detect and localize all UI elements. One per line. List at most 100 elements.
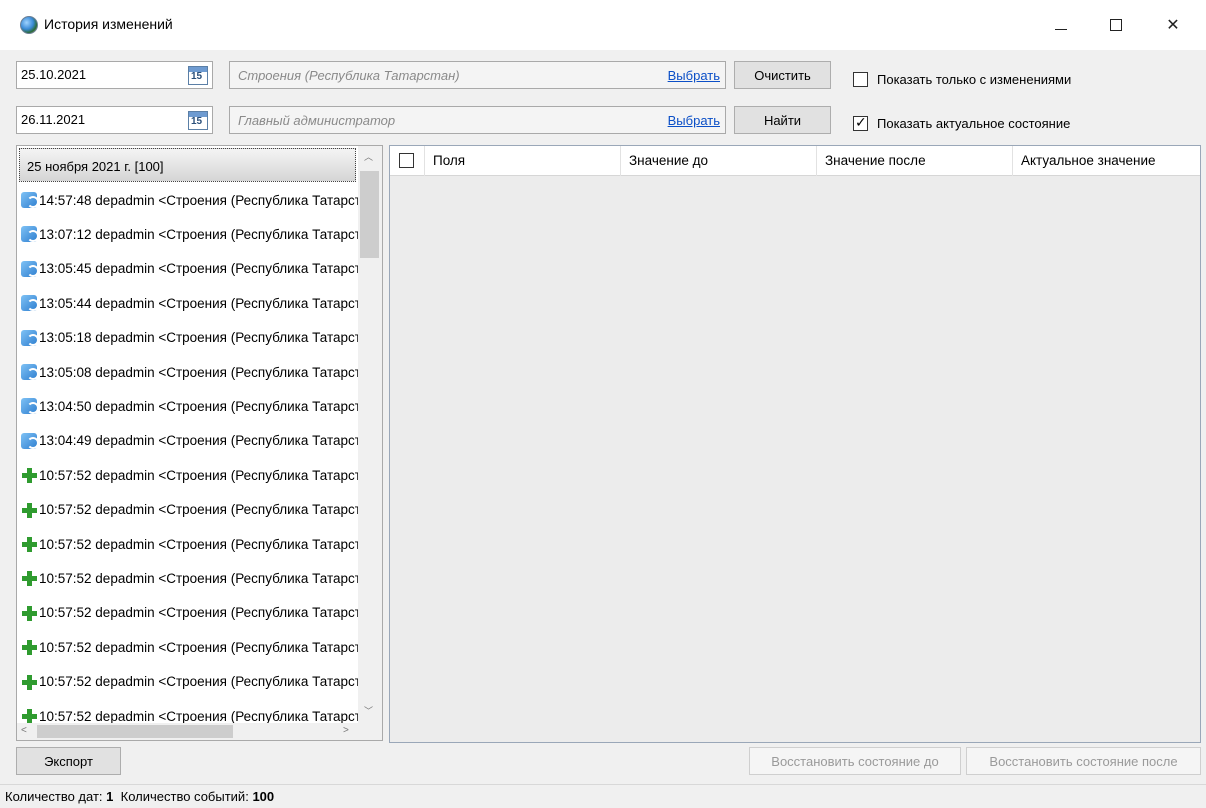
- status-text: Количество дат: 1 Количество событий: 10…: [5, 789, 274, 804]
- window-title: История изменений: [44, 16, 173, 32]
- user-field[interactable]: Главный администратор Выбрать: [229, 106, 726, 134]
- edit-icon: [21, 295, 39, 312]
- add-icon: [21, 467, 37, 484]
- event-item-text: 10:57:52 depadmin <Строения (Республика …: [39, 502, 359, 518]
- minimize-button[interactable]: [1038, 0, 1084, 50]
- events-list[interactable]: 25 ноября 2021 г. [100] 14:57:48 depadmi…: [16, 145, 383, 741]
- event-item-text: 10:57:52 depadmin <Строения (Республика …: [39, 605, 359, 621]
- scroll-up-icon[interactable]: ︿: [364, 150, 373, 163]
- edit-icon: [21, 226, 39, 243]
- event-list-item[interactable]: 10:57:52 depadmin <Строения (Республика …: [21, 666, 359, 698]
- status-bar: Количество дат: 1 Количество событий: 10…: [0, 784, 1206, 808]
- event-item-text: 14:57:48 depadmin <Строения (Республика …: [39, 192, 359, 208]
- actual-state-label: Показать актуальное состояние: [877, 116, 1071, 131]
- clear-button[interactable]: Очистить: [734, 61, 831, 89]
- scroll-down-icon[interactable]: ﹀: [364, 704, 373, 717]
- minimize-icon: [1055, 28, 1067, 30]
- scroll-thumb[interactable]: [360, 171, 379, 258]
- event-item-text: 10:57:52 depadmin <Строения (Республика …: [39, 467, 359, 483]
- event-item-text: 10:57:52 depadmin <Строения (Республика …: [39, 708, 359, 724]
- event-item-text: 10:57:52 depadmin <Строения (Республика …: [39, 570, 359, 586]
- user-select-link[interactable]: Выбрать: [668, 113, 720, 128]
- object-field[interactable]: Строения (Республика Татарстан) Выбрать: [229, 61, 726, 89]
- event-item-text: 13:05:44 depadmin <Строения (Республика …: [39, 295, 359, 311]
- event-list-item[interactable]: 14:57:48 depadmin <Строения (Республика …: [21, 184, 359, 216]
- restore-before-button[interactable]: Восстановить состояние до: [749, 747, 961, 775]
- changes-grid[interactable]: Поля Значение до Значение после Актуальн…: [389, 145, 1201, 743]
- object-select-link[interactable]: Выбрать: [668, 68, 720, 83]
- scroll-left-icon[interactable]: <: [21, 725, 27, 736]
- close-button[interactable]: ✕: [1150, 0, 1196, 50]
- add-icon: [21, 639, 37, 656]
- date-to-field[interactable]: 26.11.2021 15: [16, 106, 213, 134]
- edit-icon: [21, 329, 39, 346]
- event-item-text: 13:05:45 depadmin <Строения (Республика …: [39, 261, 359, 277]
- event-item-text: 13:04:49 depadmin <Строения (Республика …: [39, 433, 359, 449]
- column-actual-value[interactable]: Актуальное значение: [1012, 146, 1200, 176]
- maximize-button[interactable]: [1093, 0, 1139, 50]
- maximize-icon: [1110, 19, 1122, 31]
- calendar-icon[interactable]: 15: [188, 66, 208, 85]
- date-group-header[interactable]: 25 ноября 2021 г. [100]: [19, 148, 356, 182]
- export-button[interactable]: Экспорт: [16, 747, 121, 775]
- add-icon: [21, 674, 37, 690]
- event-list-item[interactable]: 13:05:18 depadmin <Строения (Республика …: [21, 322, 359, 354]
- restore-after-button[interactable]: Восстановить состояние после: [966, 747, 1201, 775]
- actual-state-checkbox[interactable]: ✓ Показать актуальное состояние: [853, 114, 1071, 131]
- event-item-text: 13:05:18 depadmin <Строения (Республика …: [39, 330, 359, 346]
- add-icon: [21, 570, 37, 587]
- event-item-text: 13:07:12 depadmin <Строения (Республика …: [39, 226, 359, 242]
- only-changes-checkbox[interactable]: Показать только с изменениями: [853, 72, 1071, 87]
- events-count: 100: [252, 789, 275, 804]
- column-value-before[interactable]: Значение до: [620, 146, 816, 176]
- checkbox-checked-icon[interactable]: ✓: [853, 114, 868, 131]
- event-list-item[interactable]: 10:57:52 depadmin <Строения (Республика …: [21, 631, 359, 663]
- find-button[interactable]: Найти: [734, 106, 831, 134]
- grid-header: Поля Значение до Значение после Актуальн…: [390, 146, 1200, 176]
- column-fields[interactable]: Поля: [424, 146, 620, 176]
- add-icon: [21, 708, 37, 724]
- add-icon: [21, 502, 37, 518]
- event-list-item[interactable]: 10:57:52 depadmin <Строения (Республика …: [21, 528, 359, 560]
- hscroll-thumb[interactable]: [37, 725, 233, 738]
- event-item-text: 10:57:52 depadmin <Строения (Республика …: [39, 639, 359, 655]
- event-item-text: 13:05:08 depadmin <Строения (Республика …: [39, 364, 359, 380]
- object-placeholder: Строения (Республика Татарстан): [238, 68, 460, 83]
- edit-icon: [21, 398, 39, 415]
- event-list-item[interactable]: 10:57:52 depadmin <Строения (Республика …: [21, 562, 359, 594]
- dates-count: 1: [106, 789, 114, 804]
- event-list-item[interactable]: 13:05:08 depadmin <Строения (Республика …: [21, 356, 359, 388]
- checkbox-unchecked-icon[interactable]: [853, 72, 868, 87]
- event-item-text: 13:04:50 depadmin <Строения (Республика …: [39, 398, 359, 414]
- close-icon: ✕: [1166, 17, 1180, 34]
- event-list-item[interactable]: 13:07:12 depadmin <Строения (Республика …: [21, 218, 359, 250]
- add-icon: [21, 536, 37, 552]
- only-changes-label: Показать только с изменениями: [877, 72, 1072, 87]
- user-placeholder: Главный администратор: [238, 113, 396, 128]
- edit-icon: [21, 364, 39, 380]
- events-count-label: Количество событий:: [120, 789, 249, 804]
- select-all-checkbox[interactable]: [399, 153, 414, 168]
- main-area: 25.10.2021 15 Строения (Республика Татар…: [0, 50, 1206, 808]
- event-list-item[interactable]: 10:57:52 depadmin <Строения (Республика …: [21, 459, 359, 491]
- title-bar: История изменений ✕: [0, 0, 1206, 50]
- column-value-after[interactable]: Значение после: [816, 146, 1012, 176]
- event-list-item[interactable]: 13:04:49 depadmin <Строения (Республика …: [21, 425, 359, 457]
- event-item-text: 10:57:52 depadmin <Строения (Республика …: [39, 674, 359, 690]
- horizontal-scrollbar[interactable]: < >: [17, 723, 358, 740]
- event-list-item[interactable]: 10:57:52 depadmin <Строения (Республика …: [21, 494, 359, 526]
- event-list-item[interactable]: 13:05:44 depadmin <Строения (Республика …: [21, 287, 359, 319]
- dates-count-label: Количество дат:: [5, 789, 103, 804]
- scroll-right-icon[interactable]: >: [343, 725, 349, 736]
- date-from-value: 25.10.2021: [21, 67, 87, 82]
- calendar-icon[interactable]: 15: [188, 111, 208, 130]
- date-to-value: 26.11.2021: [21, 112, 86, 127]
- date-from-field[interactable]: 25.10.2021 15: [16, 61, 213, 89]
- event-list-item[interactable]: 10:57:52 depadmin <Строения (Республика …: [21, 597, 359, 629]
- event-list-item[interactable]: 13:04:50 depadmin <Строения (Республика …: [21, 390, 359, 422]
- edit-icon: [21, 192, 39, 208]
- event-list-item[interactable]: 13:05:45 depadmin <Строения (Республика …: [21, 253, 359, 285]
- vertical-scrollbar[interactable]: ︿ ﹀: [358, 146, 382, 723]
- event-item-text: 10:57:52 depadmin <Строения (Республика …: [39, 536, 359, 552]
- edit-icon: [21, 432, 39, 449]
